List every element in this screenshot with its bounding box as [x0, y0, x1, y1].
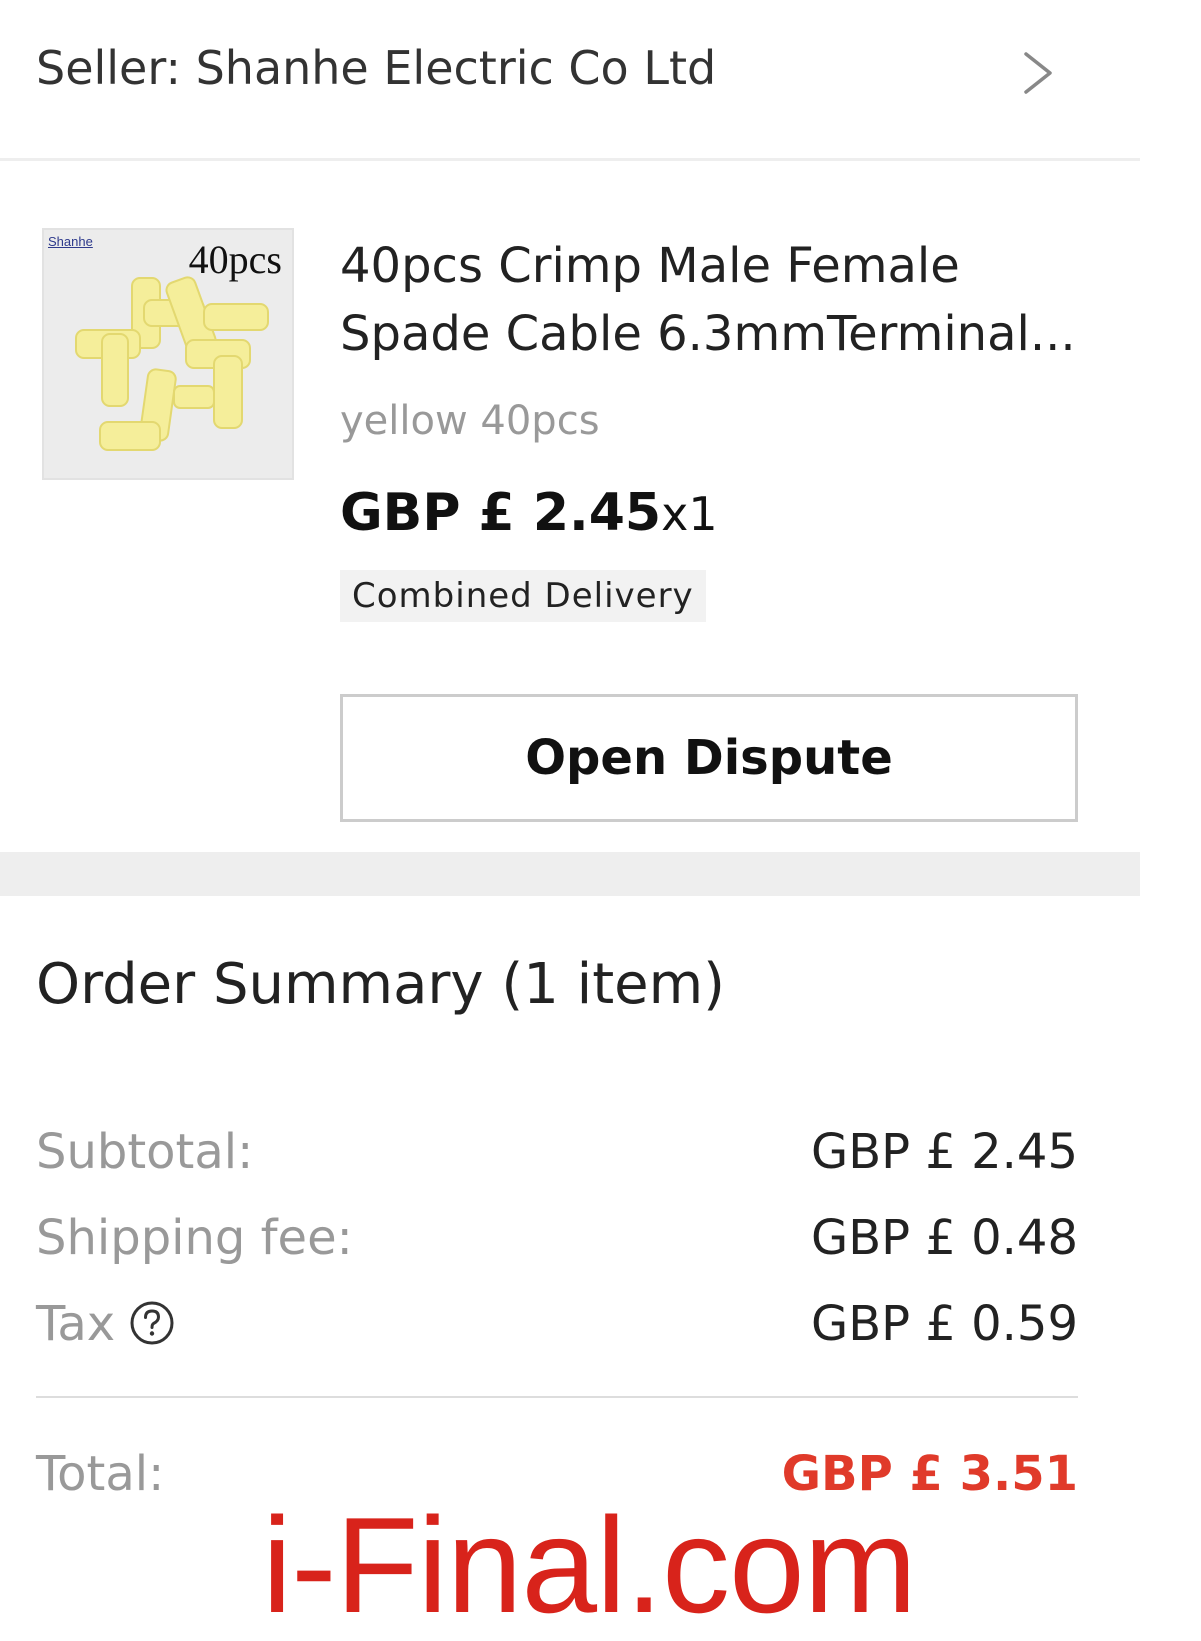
- summary-row-subtotal: Subtotal: GBP £ 2.45: [36, 1122, 1078, 1182]
- summary-row-shipping: Shipping fee: GBP £ 0.48: [36, 1208, 1078, 1268]
- thumbnail-brand-text: Shanhe: [48, 234, 93, 249]
- open-dispute-button[interactable]: Open Dispute: [340, 694, 1078, 822]
- summary-row-tax: Tax GBP £ 0.59: [36, 1294, 1078, 1354]
- subtotal-label: Subtotal:: [36, 1124, 254, 1180]
- price-amount: GBP £ 2.45: [340, 483, 662, 543]
- order-summary-title: Order Summary (1 item): [36, 952, 726, 1017]
- product-title[interactable]: 40pcs Crimp Male Female Spade Cable 6.3m…: [340, 232, 1076, 368]
- total-label: Total:: [36, 1446, 165, 1502]
- combined-delivery-badge: Combined Delivery: [340, 570, 706, 622]
- product-title-line: 40pcs Crimp Male Female: [340, 238, 960, 294]
- shipping-fee-value: GBP £ 0.48: [811, 1210, 1078, 1266]
- summary-divider: [36, 1396, 1078, 1398]
- product-title-line: Spade Cable 6.3mmTerminal...: [340, 306, 1076, 362]
- question-circle-icon[interactable]: [129, 1300, 175, 1346]
- seller-name: Seller: Shanhe Electric Co Ltd: [36, 41, 717, 95]
- chevron-right-icon[interactable]: [1020, 50, 1056, 96]
- seller-row[interactable]: Seller: Shanhe Electric Co Ltd: [0, 0, 1140, 161]
- thumbnail-quantity-text: 40pcs: [188, 237, 282, 282]
- product-thumbnail[interactable]: Shanhe 40pcs: [42, 228, 294, 480]
- product-price: GBP £ 2.45x1: [340, 482, 718, 545]
- tax-label: Tax: [36, 1296, 116, 1352]
- order-detail-panel: Seller: Shanhe Electric Co Ltd Shanhe 40…: [0, 0, 1140, 1640]
- price-quantity: x1: [661, 487, 718, 541]
- tax-label-group: Tax: [36, 1294, 175, 1354]
- product-variant: yellow 40pcs: [340, 398, 600, 444]
- tax-value: GBP £ 0.59: [811, 1296, 1078, 1352]
- watermark-text: i-Final.com: [262, 1489, 917, 1641]
- subtotal-value: GBP £ 2.45: [811, 1124, 1078, 1180]
- section-divider: [0, 852, 1140, 896]
- shipping-fee-label: Shipping fee:: [36, 1210, 353, 1266]
